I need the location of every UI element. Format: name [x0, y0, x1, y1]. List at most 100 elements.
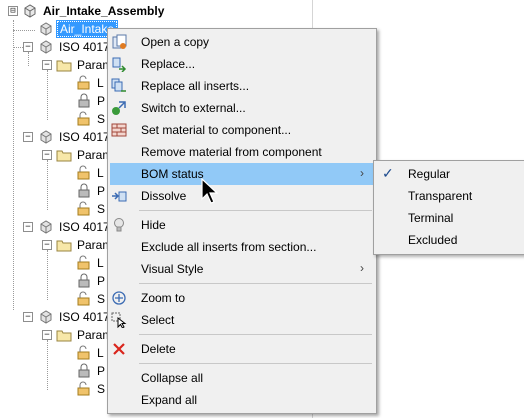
- menu-item-label: Dissolve: [141, 189, 187, 203]
- tree-root-node[interactable]: Air_Intake_Assembly: [22, 2, 166, 20]
- zoom-icon: [111, 290, 127, 306]
- tree-group-node[interactable]: ISO 4017: [38, 308, 112, 326]
- tree-leaf-label: S: [97, 382, 106, 396]
- lock-icon: [76, 273, 92, 289]
- param-key-icon: [76, 75, 92, 91]
- tree-connector: [47, 70, 49, 120]
- tree-leaf-node[interactable]: P: [76, 182, 107, 200]
- param-expander[interactable]: −: [42, 150, 52, 160]
- submenu-item-label: Excluded: [408, 233, 458, 247]
- tree-leaf-label: S: [97, 202, 106, 216]
- param-key-icon: [76, 165, 92, 181]
- tree-leaf-label: L: [97, 166, 104, 180]
- menu-separator: [139, 334, 372, 335]
- tree-connector: [28, 52, 30, 66]
- tree-group-label: ISO 4017: [59, 40, 110, 54]
- lock-icon: [76, 183, 92, 199]
- bulb-icon: [111, 217, 127, 233]
- tree-group-label: ISO 4017: [59, 130, 110, 144]
- menu-item-switch-external[interactable]: Switch to external...: [110, 97, 374, 119]
- menu-item-label: Remove material from component: [141, 145, 322, 159]
- menu-item-label: Exclude all inserts from section...: [141, 240, 317, 254]
- menu-item-replace[interactable]: Replace...: [110, 53, 374, 75]
- group-expander[interactable]: −: [23, 312, 33, 322]
- param-expander[interactable]: −: [42, 240, 52, 250]
- menu-item-collapse-all[interactable]: Collapse all: [110, 367, 374, 389]
- group-expander[interactable]: −: [23, 42, 33, 52]
- lock-icon: [76, 363, 92, 379]
- param-key-icon: [76, 291, 92, 307]
- tree-connector: [47, 250, 49, 300]
- menu-item-replace-all[interactable]: Replace all inserts...: [110, 75, 374, 97]
- submenu-arrow-icon: ›: [360, 166, 364, 180]
- tree-leaf-node[interactable]: P: [76, 92, 107, 110]
- context-menu: Open a copy Replace... Replace all inser…: [107, 28, 377, 414]
- menu-item-dissolve[interactable]: Dissolve: [110, 185, 374, 207]
- part-icon: [38, 39, 54, 55]
- tree-leaf-label: L: [97, 76, 104, 90]
- menu-item-label: Visual Style: [141, 262, 204, 276]
- submenu-item-regular[interactable]: ✓ Regular: [376, 163, 522, 185]
- tree-connector: [13, 20, 15, 310]
- folder-icon: [56, 147, 72, 163]
- root-expander[interactable]: ⊟: [8, 6, 18, 16]
- tree-leaf-node[interactable]: S: [76, 110, 107, 128]
- part-icon: [38, 309, 54, 325]
- tree-leaf-label: S: [97, 292, 106, 306]
- tree-group-node[interactable]: ISO 4017: [38, 218, 112, 236]
- tree-leaf-node[interactable]: S: [76, 200, 107, 218]
- tree-leaf-node[interactable]: L: [76, 344, 106, 362]
- tree-param-node[interactable]: Param: [56, 56, 114, 74]
- tree-param-node[interactable]: Param: [56, 326, 114, 344]
- submenu-item-label: Regular: [408, 167, 451, 181]
- submenu-arrow-icon: ›: [360, 261, 364, 275]
- mouse-pointer-icon: [201, 178, 219, 204]
- tree-leaf-node[interactable]: S: [76, 380, 107, 398]
- tree-leaf-label: P: [97, 364, 106, 378]
- param-expander[interactable]: −: [42, 60, 52, 70]
- param-key-icon: [76, 345, 92, 361]
- menu-item-select[interactable]: Select: [110, 309, 374, 331]
- menu-item-hide[interactable]: Hide: [110, 214, 374, 236]
- menu-item-label: Hide: [141, 218, 166, 232]
- menu-item-label: Select: [141, 313, 175, 327]
- menu-item-delete[interactable]: Delete: [110, 338, 374, 360]
- tree-part-node[interactable]: Air_Intake: [38, 20, 119, 38]
- menu-separator: [139, 283, 372, 284]
- tree-group-node[interactable]: ISO 4017: [38, 38, 112, 56]
- menu-item-exclude-inserts[interactable]: Exclude all inserts from section...: [110, 236, 374, 258]
- group-expander[interactable]: −: [23, 222, 33, 232]
- tree-leaf-node[interactable]: S: [76, 290, 107, 308]
- submenu-item-excluded[interactable]: Excluded: [376, 229, 522, 251]
- tree-leaf-node[interactable]: L: [76, 254, 106, 272]
- open-copy-icon: [111, 34, 127, 50]
- menu-item-expand-all[interactable]: Expand all: [110, 389, 374, 411]
- folder-icon: [56, 237, 72, 253]
- tree-leaf-node[interactable]: L: [76, 164, 106, 182]
- menu-item-visual-style[interactable]: Visual Style ›: [110, 258, 374, 280]
- tree-connector: [13, 47, 23, 49]
- tree-leaf-node[interactable]: P: [76, 362, 107, 380]
- tree-connector: [47, 340, 49, 390]
- tree-connector: [47, 160, 49, 210]
- menu-separator: [139, 210, 372, 211]
- assembly-icon: [22, 3, 38, 19]
- tree-param-node[interactable]: Param: [56, 236, 114, 254]
- tree-group-label: ISO 4017: [59, 310, 110, 324]
- menu-item-open-copy[interactable]: Open a copy: [110, 31, 374, 53]
- menu-item-remove-material[interactable]: Remove material from component: [110, 141, 374, 163]
- tree-group-node[interactable]: ISO 4017: [38, 128, 112, 146]
- tree-leaf-node[interactable]: L: [76, 74, 106, 92]
- submenu-item-transparent[interactable]: Transparent: [376, 185, 522, 207]
- group-expander[interactable]: −: [23, 132, 33, 142]
- tree-connector: [13, 30, 35, 32]
- param-expander[interactable]: −: [42, 330, 52, 340]
- menu-item-label: Delete: [141, 342, 176, 356]
- menu-item-zoom-to[interactable]: Zoom to: [110, 287, 374, 309]
- replace-all-icon: [111, 78, 127, 94]
- menu-item-set-material[interactable]: Set material to component...: [110, 119, 374, 141]
- tree-param-node[interactable]: Param: [56, 146, 114, 164]
- submenu-item-terminal[interactable]: Terminal: [376, 207, 522, 229]
- tree-leaf-node[interactable]: P: [76, 272, 107, 290]
- menu-item-bom-status[interactable]: BOM status ›: [110, 163, 374, 185]
